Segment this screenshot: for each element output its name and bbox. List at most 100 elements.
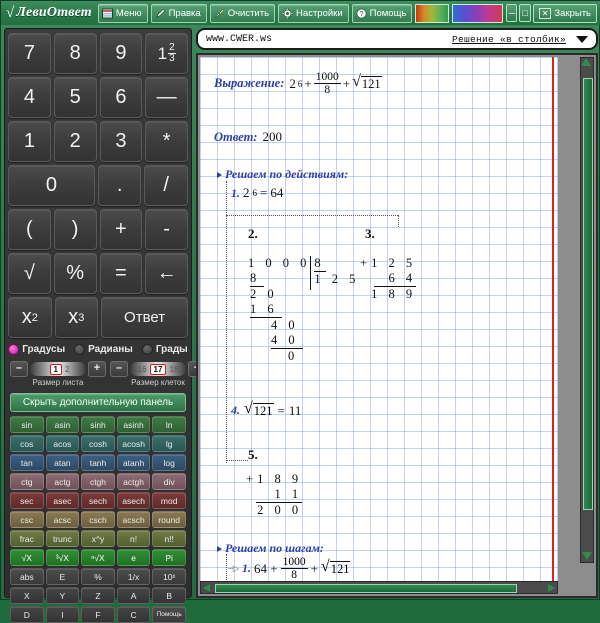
var-B[interactable]: B (152, 587, 186, 604)
func-acsch[interactable]: acsch (117, 511, 151, 528)
solution-mode-label[interactable]: Решение «в столбик» (452, 34, 566, 45)
func-acosh[interactable]: acosh (117, 435, 151, 452)
vertical-scroll-thumb[interactable] (583, 78, 593, 510)
sheet-size-decrement[interactable]: – (10, 361, 28, 377)
func-actgh[interactable]: actgh (117, 473, 151, 490)
steps-section-title[interactable]: Решаем по шагам: (217, 541, 324, 556)
horizontal-scroll-thumb[interactable] (215, 584, 517, 593)
func-asin[interactable]: asin (46, 416, 80, 433)
key-cube[interactable]: x3 (55, 297, 99, 338)
key-3[interactable]: 3 (100, 121, 143, 162)
func-div[interactable]: div (152, 473, 186, 490)
settings-button[interactable]: Настройки (278, 4, 349, 23)
menu-button[interactable]: Меню (98, 4, 148, 23)
edit-button[interactable]: Правка (151, 4, 207, 23)
clear-button[interactable]: Очистить (210, 4, 275, 23)
angle-mode-radians[interactable]: Радианы (74, 344, 133, 355)
func-frac[interactable]: frac (10, 530, 44, 547)
func-actg[interactable]: actg (46, 473, 80, 490)
cell-size-decrement[interactable]: – (110, 361, 128, 377)
key-fraction-bar[interactable]: — (145, 77, 188, 118)
func-round[interactable]: round (152, 511, 186, 528)
cell-size-track[interactable]: 16 17 18 (130, 362, 186, 376)
radio-grads-icon[interactable] (142, 344, 153, 355)
func-nthroot[interactable]: ⁿ√X (81, 549, 115, 566)
key-5[interactable]: 5 (54, 77, 97, 118)
func-tan[interactable]: tan (10, 454, 44, 471)
func-sech[interactable]: sech (81, 492, 115, 509)
func-factorial[interactable]: n! (117, 530, 151, 547)
var-A[interactable]: A (117, 587, 151, 604)
key-multiply[interactable]: * (145, 121, 188, 162)
close-button[interactable]: ✕ Закрыть (533, 4, 597, 23)
func-reciprocal[interactable]: 1/x (117, 568, 151, 585)
key-8[interactable]: 8 (54, 33, 97, 74)
collapse-triangle-icon[interactable] (217, 546, 222, 552)
maximize-button[interactable]: □ (519, 4, 530, 22)
key-7[interactable]: 7 (8, 33, 51, 74)
key-2[interactable]: 2 (54, 121, 97, 162)
func-atan[interactable]: atan (46, 454, 80, 471)
sheet-size-track[interactable]: 1 2 (30, 362, 86, 376)
var-F[interactable]: F (81, 606, 115, 623)
func-csch[interactable]: csch (81, 511, 115, 528)
scroll-right-arrow-icon[interactable] (548, 584, 555, 592)
vertical-scrollbar[interactable] (580, 57, 594, 563)
func-power[interactable]: x^y (81, 530, 115, 547)
key-equals[interactable]: = (100, 253, 143, 294)
minimize-button[interactable]: ─ (506, 4, 517, 22)
angle-mode-grads[interactable]: Грады (142, 344, 188, 355)
func-mod[interactable]: mod (152, 492, 186, 509)
func-acsc[interactable]: acsc (46, 511, 80, 528)
func-trunc[interactable]: trunc (46, 530, 80, 547)
var-I[interactable]: I (46, 606, 80, 623)
radio-degrees-icon[interactable] (8, 344, 19, 355)
func-ln[interactable]: ln (152, 416, 186, 433)
func-e[interactable]: e (117, 549, 151, 566)
func-percent[interactable]: % (81, 568, 115, 585)
func-sinh[interactable]: sinh (81, 416, 115, 433)
panel-help-button[interactable]: Помощь (152, 606, 186, 623)
func-E[interactable]: E (46, 568, 80, 585)
key-1[interactable]: 1 (8, 121, 51, 162)
key-divide[interactable]: / (144, 165, 188, 206)
func-acos[interactable]: acos (46, 435, 80, 452)
func-csc[interactable]: csc (10, 511, 44, 528)
func-pow10[interactable]: 10ˣ (152, 568, 186, 585)
func-cosh[interactable]: cosh (81, 435, 115, 452)
radio-radians-icon[interactable] (74, 344, 85, 355)
worksheet-paper[interactable]: Выражение: 26 + 1000 8 + √ 121 (200, 57, 558, 581)
color-swatch-warm[interactable] (415, 4, 449, 23)
key-mixed-fraction[interactable]: 1 2 3 (145, 33, 188, 74)
help-button[interactable]: ? Помощь (352, 4, 413, 23)
func-ctg[interactable]: ctg (10, 473, 44, 490)
key-decimal-point[interactable]: . (98, 165, 142, 206)
key-minus[interactable]: - (145, 209, 188, 250)
hide-extra-panel-button[interactable]: Скрыть дополнительную панель (10, 393, 186, 412)
func-pi[interactable]: Pi (152, 549, 186, 566)
var-X[interactable]: X (10, 587, 44, 604)
func-abs[interactable]: abs (10, 568, 44, 585)
url-text[interactable]: www.CWER.ws (206, 34, 452, 45)
horizontal-scrollbar[interactable] (200, 581, 558, 594)
scroll-down-arrow-icon[interactable] (582, 552, 592, 560)
func-asec[interactable]: asec (46, 492, 80, 509)
func-tanh[interactable]: tanh (81, 454, 115, 471)
key-backspace[interactable]: ← (145, 253, 188, 294)
key-percent[interactable]: % (54, 253, 97, 294)
color-swatch-cool[interactable] (452, 4, 503, 23)
sheet-size-increment[interactable]: + (88, 361, 106, 377)
key-0[interactable]: 0 (8, 165, 95, 206)
key-6[interactable]: 6 (100, 77, 143, 118)
key-paren-open[interactable]: ( (8, 209, 51, 250)
collapse-triangle-icon[interactable] (217, 172, 222, 178)
var-D[interactable]: D (10, 606, 44, 623)
func-lg[interactable]: lg (152, 435, 186, 452)
chevron-down-icon[interactable] (576, 36, 588, 43)
key-plus[interactable]: + (100, 209, 143, 250)
key-sqrt[interactable]: √ (8, 253, 51, 294)
func-atanh[interactable]: atanh (117, 454, 151, 471)
key-9[interactable]: 9 (100, 33, 143, 74)
actions-section-title[interactable]: Решаем по действиям: (217, 167, 348, 182)
var-C[interactable]: C (117, 606, 151, 623)
